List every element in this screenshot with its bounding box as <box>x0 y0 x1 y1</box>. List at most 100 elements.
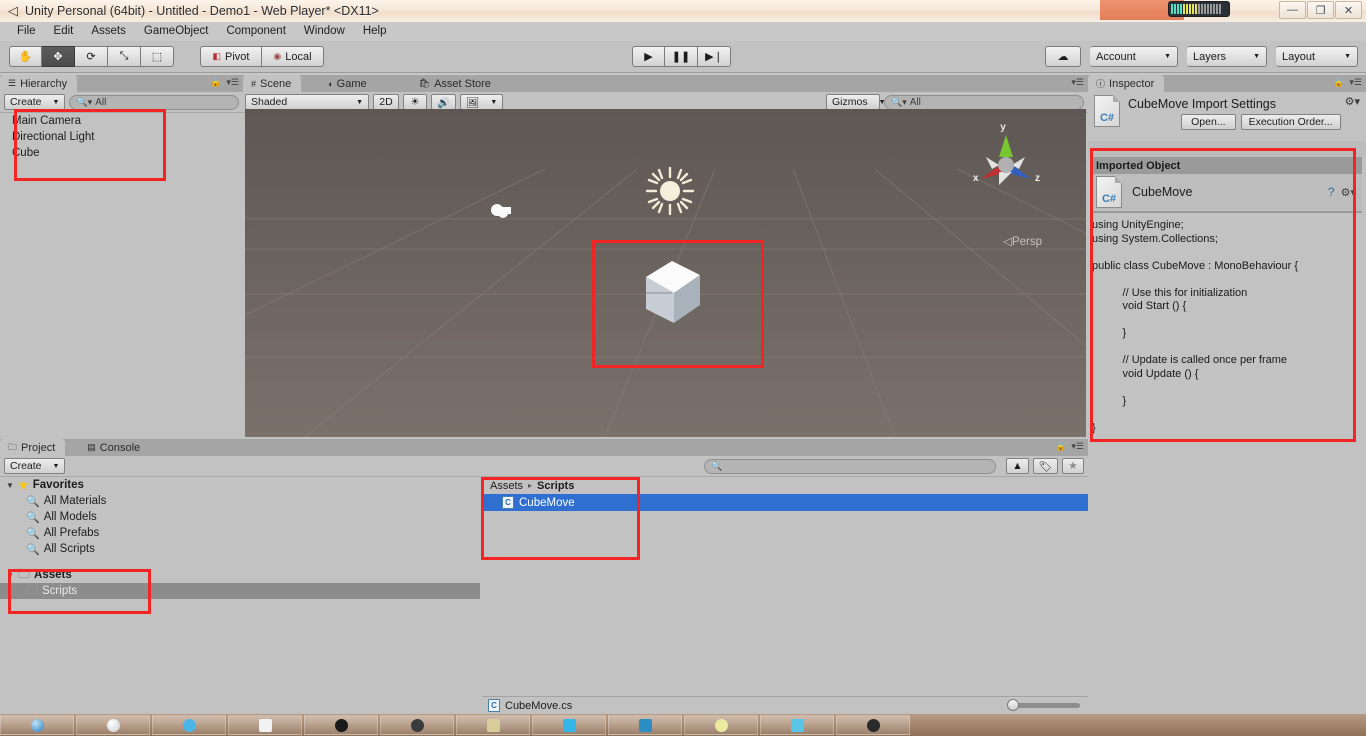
menu-item-gameobject[interactable]: GameObject <box>135 22 218 41</box>
project-search-input[interactable]: 🔍 <box>704 458 997 474</box>
cube-object[interactable] <box>638 253 708 327</box>
scene-fx-dropdown[interactable]: 🖼 ▼ <box>460 94 504 110</box>
hand-tool-button[interactable]: ✋ <box>9 46 42 67</box>
menu-icon[interactable]: ▾☰ <box>1071 441 1084 452</box>
chevron-down-icon[interactable]: ▼ <box>6 571 14 580</box>
scene-2d-toggle[interactable]: 2D <box>373 94 399 110</box>
menu-icon[interactable]: ▾☰ <box>1071 77 1084 88</box>
project-tabrow: 🗀 Project ▤ Console 🔒 ▾☰ <box>0 439 1088 456</box>
hierarchy-item-cube[interactable]: Cube <box>0 145 243 161</box>
menu-item-assets[interactable]: Assets <box>82 22 135 41</box>
gear-icon[interactable]: ⚙▾ <box>1341 186 1356 199</box>
taskbar-item-blue[interactable] <box>532 715 606 735</box>
menu-item-file[interactable]: File <box>8 22 45 41</box>
layers-dropdown[interactable]: Layers ▼ <box>1187 46 1267 67</box>
menu-icon[interactable]: ▾☰ <box>1349 77 1362 88</box>
layout-dropdown[interactable]: Layout ▼ <box>1276 46 1358 67</box>
menu-item-window[interactable]: Window <box>295 22 354 41</box>
project-create-button[interactable]: Create ▼ <box>4 458 66 474</box>
ie-icon <box>30 718 44 732</box>
tab-console[interactable]: ▤ Console <box>79 439 150 456</box>
project-filter-label-button[interactable]: 🏷 <box>1032 458 1058 474</box>
tab-project[interactable]: 🗀 Project <box>0 439 66 456</box>
scene-audio-toggle[interactable]: 🔊 <box>431 94 457 110</box>
taskbar-item-editor[interactable] <box>608 715 682 735</box>
gear-icon[interactable]: ⚙▾ <box>1345 95 1360 108</box>
breadcrumb-current[interactable]: Scripts <box>537 480 574 492</box>
project-row-all-scripts[interactable]: 🔍 All Scripts <box>0 541 480 557</box>
minimize-button[interactable]: — <box>1279 1 1306 19</box>
taskbar-item-media[interactable] <box>152 715 226 735</box>
icon-size-slider[interactable] <box>1007 699 1080 711</box>
taskbar-item-dark[interactable] <box>836 715 910 735</box>
local-toggle-button[interactable]: ◉ Local <box>262 46 324 67</box>
asset-item-cubemove[interactable]: C CubeMove <box>482 494 1088 511</box>
scene-drawmode-dropdown[interactable]: Shaded ▼ <box>245 94 369 110</box>
taskbar-item-doc[interactable] <box>228 715 302 735</box>
move-tool-button[interactable]: ✥ <box>42 46 75 67</box>
breadcrumb-root[interactable]: Assets <box>490 480 523 492</box>
slider-knob[interactable] <box>1007 699 1019 711</box>
taskbar-item-chrome[interactable] <box>380 715 454 735</box>
tab-game[interactable]: ◖ Game <box>319 75 376 92</box>
tab-hierarchy[interactable]: ☰ Hierarchy <box>0 75 78 92</box>
help-icon[interactable]: ? <box>1328 185 1335 199</box>
project-favorite-button[interactable]: ★ <box>1062 458 1084 474</box>
menu-item-component[interactable]: Component <box>217 22 294 41</box>
menu-item-help[interactable]: Help <box>354 22 396 41</box>
account-dropdown[interactable]: Account ▼ <box>1090 46 1178 67</box>
media-icon <box>182 718 196 732</box>
taskbar-item-unity[interactable] <box>456 715 530 735</box>
scene-axis-gizmo[interactable]: y x z <box>959 117 1049 197</box>
project-row-label: All Materials <box>43 495 107 507</box>
tab-project-label: Project <box>21 441 56 454</box>
project-row-favorites[interactable]: ▼ ★ Favorites <box>0 477 480 493</box>
menu-item-edit[interactable]: Edit <box>45 22 83 41</box>
lock-icon[interactable]: 🔒 <box>1055 441 1066 452</box>
execution-order-button[interactable]: Execution Order... <box>1240 114 1341 130</box>
project-filter-type-button[interactable]: ▲ <box>1006 458 1029 474</box>
hierarchy-item-directional-light[interactable]: Directional Light <box>0 129 243 145</box>
hierarchy-search-input[interactable]: 🔍▾ All <box>69 94 239 110</box>
scene-gizmos-dropdown[interactable]: Gizmos ▼ <box>826 94 886 110</box>
open-button[interactable]: Open... <box>1181 114 1236 130</box>
taskbar-item-cyan[interactable] <box>760 715 834 735</box>
play-button[interactable]: ▶ <box>632 46 665 67</box>
taskbar-item-folder[interactable] <box>76 715 150 735</box>
menu-icon[interactable]: ▾☰ <box>226 77 239 88</box>
pause-button[interactable]: ❚❚ <box>665 46 698 67</box>
scene-projection-label[interactable]: ◁Persp <box>1003 234 1042 248</box>
scene-viewport[interactable]: y x z ◁Persp <box>245 109 1086 437</box>
scale-tool-button[interactable]: ⤡ <box>108 46 141 67</box>
cloud-button[interactable]: ☁ <box>1045 46 1081 67</box>
restore-button[interactable]: ❐ <box>1307 1 1334 19</box>
project-row-scripts[interactable]: 🗀 Scripts <box>0 583 480 599</box>
rotate-tool-button[interactable]: ⟳ <box>75 46 108 67</box>
taskbar-item-yellow[interactable] <box>684 715 758 735</box>
hierarchy-item-main-camera[interactable]: Main Camera <box>0 113 243 129</box>
hierarchy-create-button[interactable]: Create ▼ <box>4 94 66 110</box>
project-row-all-prefabs[interactable]: 🔍 All Prefabs <box>0 525 480 541</box>
tab-asset-store[interactable]: 🛍 Asset Store <box>411 75 501 92</box>
project-row-assets[interactable]: ▼ 🗀 Assets <box>0 567 480 583</box>
taskbar-item-ie[interactable] <box>0 715 74 735</box>
tab-scene[interactable]: # Scene <box>243 75 302 92</box>
lock-icon[interactable]: 🔒 <box>210 77 221 88</box>
project-row-all-models[interactable]: 🔍 All Models <box>0 509 480 525</box>
chevron-down-icon[interactable]: ▼ <box>6 481 14 490</box>
imported-asset-row[interactable]: C# CubeMove ? ⚙▾ <box>1090 174 1362 210</box>
close-button[interactable]: ✕ <box>1335 1 1362 19</box>
window-controls: — ❐ ✕ <box>1278 1 1362 19</box>
scene-search-input[interactable]: 🔍▾ All <box>884 94 1084 110</box>
step-button[interactable]: ▶❘ <box>698 46 731 67</box>
store-icon: 🛍 <box>418 78 431 88</box>
chrome-icon <box>410 718 424 732</box>
taskbar-item-apple[interactable] <box>304 715 378 735</box>
hierarchy-panel: ☰ Hierarchy 🔒 ▾☰ Create ▼ 🔍▾ All Main Ca… <box>0 75 243 439</box>
scene-lighting-toggle[interactable]: ☀ <box>403 94 427 110</box>
project-row-all-materials[interactable]: 🔍 All Materials <box>0 493 480 509</box>
tab-inspector[interactable]: ⓘ Inspector <box>1088 75 1165 92</box>
pivot-toggle-button[interactable]: ◧ Pivot <box>200 46 262 67</box>
rect-tool-button[interactable]: ⬚ <box>141 46 174 67</box>
lock-icon[interactable]: 🔒 <box>1333 77 1344 88</box>
